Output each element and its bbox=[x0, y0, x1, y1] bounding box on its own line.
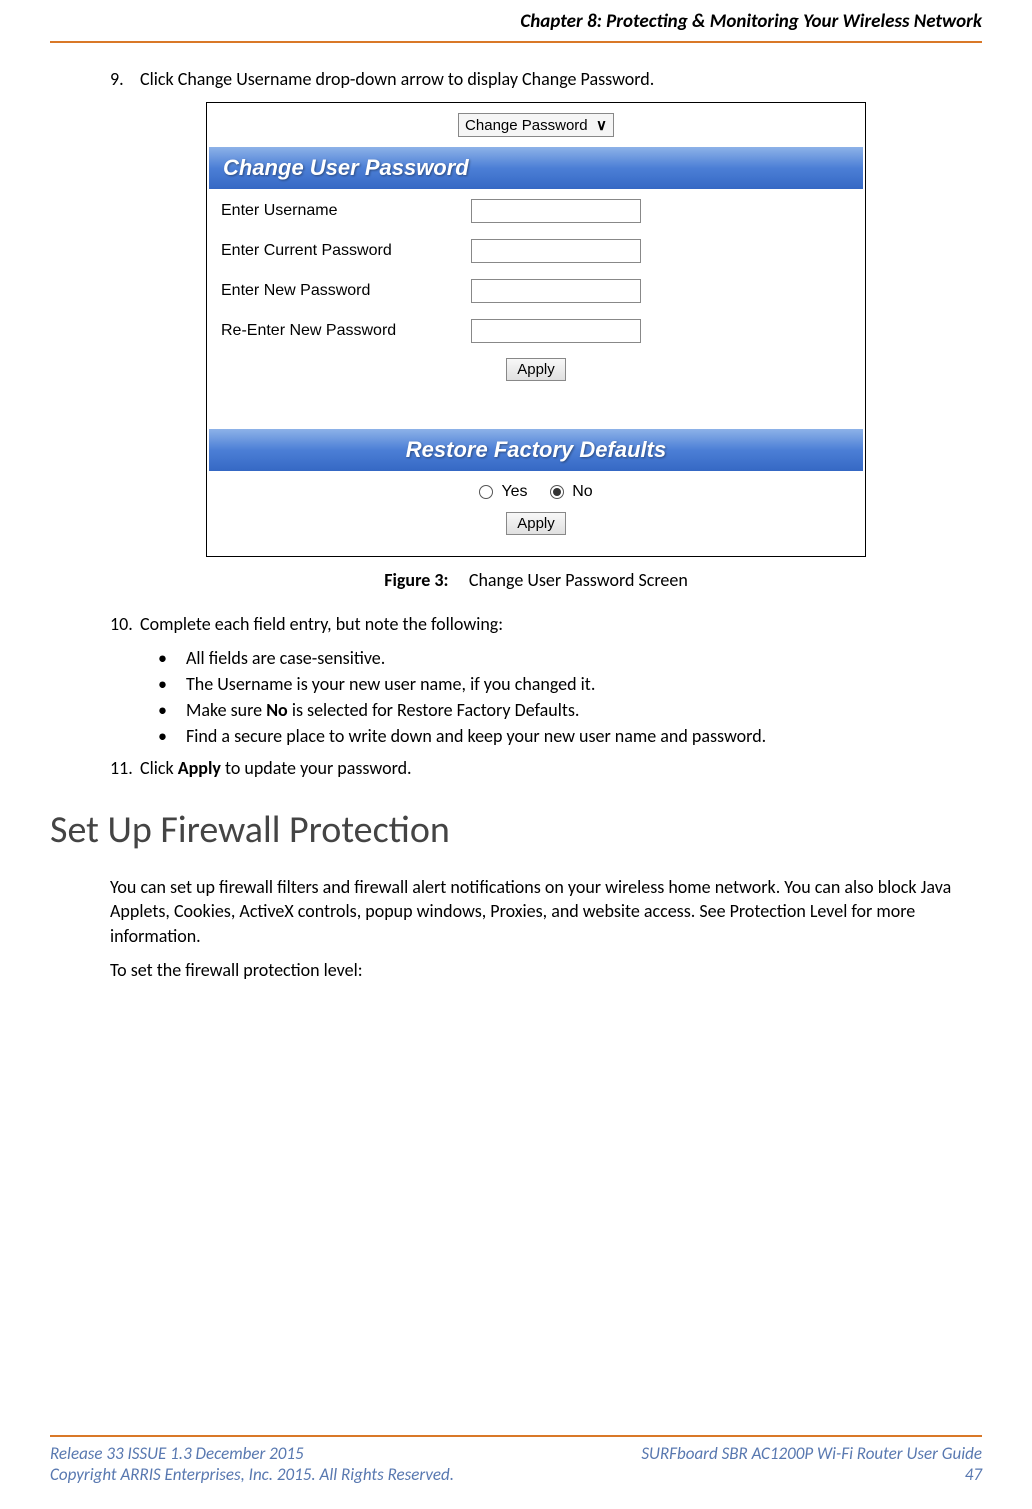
bullet-icon: • bbox=[158, 699, 186, 721]
guide-title: SURFboard SBR AC1200P Wi-Fi Router User … bbox=[641, 1443, 982, 1464]
step-number: 10. bbox=[110, 613, 140, 635]
copyright: Copyright ARRIS Enterprises, Inc. 2015. … bbox=[50, 1464, 454, 1485]
bullet-text: Find a secure place to write down and ke… bbox=[186, 725, 766, 747]
step-text: Complete each field entry, but note the … bbox=[140, 613, 503, 635]
change-password-dropdown[interactable]: Change Password ∨ bbox=[458, 113, 614, 137]
enter-new-password-label: Enter New Password bbox=[221, 282, 471, 300]
bullet-text: All fields are case-sensitive. bbox=[186, 647, 385, 669]
enter-current-password-input[interactable] bbox=[471, 239, 641, 263]
text-pre: Click bbox=[140, 757, 178, 779]
figure-caption: Figure 3: Change User Password Screen bbox=[110, 569, 962, 591]
enter-new-password-input[interactable] bbox=[471, 279, 641, 303]
apply-button-2[interactable]: Apply bbox=[506, 512, 566, 535]
bullet-icon: • bbox=[158, 673, 186, 695]
reenter-new-password-input[interactable] bbox=[471, 319, 641, 343]
figure-screenshot: Change Password ∨ Change User Password E… bbox=[206, 102, 866, 557]
yes-radio[interactable] bbox=[479, 485, 493, 499]
bullet-text: Make sure No is selected for Restore Fac… bbox=[186, 699, 579, 721]
chevron-down-icon: ∨ bbox=[592, 117, 607, 134]
text-bold: No bbox=[266, 699, 288, 721]
text-bold: Apply bbox=[178, 757, 221, 779]
dropdown-label: Change Password bbox=[465, 117, 588, 134]
no-label: No bbox=[572, 483, 592, 500]
chapter-header: Chapter 8: Protecting & Monitoring Your … bbox=[50, 0, 982, 43]
list-item: • Make sure No is selected for Restore F… bbox=[158, 699, 962, 721]
list-item: • Find a secure place to write down and … bbox=[158, 725, 962, 747]
bullet-icon: • bbox=[158, 647, 186, 669]
step-number: 11. bbox=[110, 757, 140, 779]
change-user-password-bar: Change User Password bbox=[209, 147, 863, 189]
step-11: 11. Click Apply to update your password. bbox=[110, 757, 962, 779]
enter-current-password-label: Enter Current Password bbox=[221, 242, 471, 260]
step-text: Click Apply to update your password. bbox=[140, 757, 412, 779]
yes-label: Yes bbox=[501, 483, 527, 500]
enter-username-label: Enter Username bbox=[221, 202, 471, 220]
page-footer: Release 33 ISSUE 1.3 December 2015 SURFb… bbox=[50, 1435, 982, 1485]
text-pre: Make sure bbox=[186, 699, 266, 721]
figure-caption-text: Change User Password Screen bbox=[469, 569, 688, 591]
step-text: Click Change Username drop-down arrow to… bbox=[140, 68, 654, 90]
enter-username-input[interactable] bbox=[471, 199, 641, 223]
paragraph: To set the firewall protection level: bbox=[110, 958, 962, 982]
reenter-new-password-label: Re-Enter New Password bbox=[221, 322, 471, 340]
text-post: to update your password. bbox=[221, 757, 412, 779]
list-item: • The Username is your new user name, if… bbox=[158, 673, 962, 695]
section-heading: Set Up Firewall Protection bbox=[50, 807, 982, 853]
paragraph: You can set up firewall filters and fire… bbox=[110, 875, 962, 948]
text-post: is selected for Restore Factory Defaults… bbox=[288, 699, 580, 721]
step-number: 9. bbox=[110, 68, 140, 90]
bullet-icon: • bbox=[158, 725, 186, 747]
restore-factory-defaults-bar: Restore Factory Defaults bbox=[209, 429, 863, 471]
release-info: Release 33 ISSUE 1.3 December 2015 bbox=[50, 1443, 304, 1464]
step-9: 9. Click Change Username drop-down arrow… bbox=[110, 68, 962, 90]
page-number: 47 bbox=[965, 1464, 982, 1485]
no-radio[interactable] bbox=[550, 485, 564, 499]
apply-button-1[interactable]: Apply bbox=[506, 358, 566, 381]
list-item: • All fields are case-sensitive. bbox=[158, 647, 962, 669]
bullet-text: The Username is your new user name, if y… bbox=[186, 673, 595, 695]
step-10: 10. Complete each field entry, but note … bbox=[110, 613, 962, 635]
figure-label: Figure 3: bbox=[384, 569, 448, 591]
